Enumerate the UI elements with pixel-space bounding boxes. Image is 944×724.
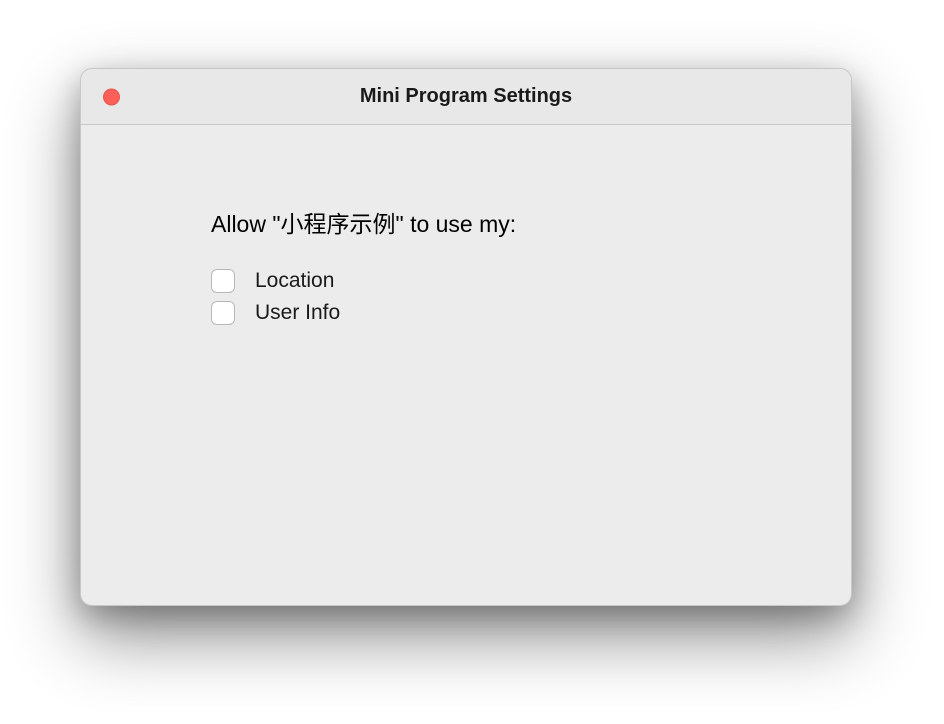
settings-content: Allow "小程序示例" to use my: Location User I… bbox=[81, 125, 851, 325]
checkbox-location[interactable] bbox=[211, 269, 235, 293]
checkbox-user-info[interactable] bbox=[211, 301, 235, 325]
permission-list: Location User Info bbox=[211, 269, 731, 325]
permission-row-user-info: User Info bbox=[211, 301, 731, 325]
window-titlebar: Mini Program Settings bbox=[81, 69, 851, 125]
window-title: Mini Program Settings bbox=[81, 85, 851, 108]
permission-label-location: Location bbox=[255, 269, 334, 293]
close-button[interactable] bbox=[103, 88, 120, 105]
permission-prompt: Allow "小程序示例" to use my: bbox=[211, 205, 731, 239]
settings-window: Mini Program Settings Allow "小程序示例" to u… bbox=[80, 68, 852, 606]
permission-row-location: Location bbox=[211, 269, 731, 293]
permission-label-user-info: User Info bbox=[255, 301, 340, 325]
